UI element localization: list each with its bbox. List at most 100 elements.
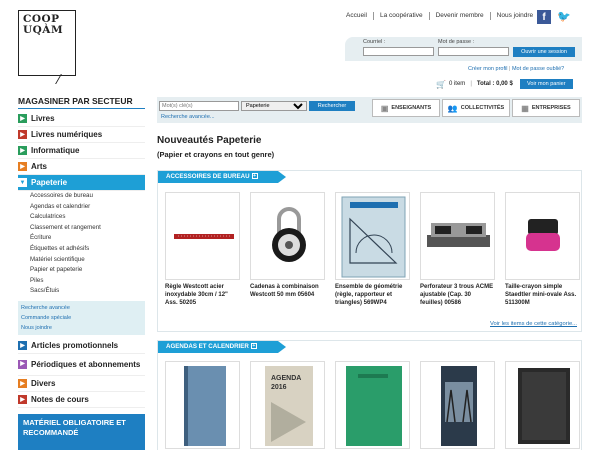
chevron-right-icon: ▶ <box>18 146 27 155</box>
product-image[interactable] <box>335 192 410 280</box>
sidebar-item-divers[interactable]: ▶ Divers <box>18 376 145 392</box>
product-name[interactable]: Taille-crayon simple Staedtler mini-oval… <box>505 283 580 307</box>
subcat-item[interactable]: Écriture <box>30 233 145 244</box>
sidebar-item-livres[interactable]: ▶ Livres <box>18 111 145 127</box>
product-image[interactable] <box>505 361 580 449</box>
sidebar-item-notes-de-cours[interactable]: ▶ Notes de cours <box>18 392 145 408</box>
product-name[interactable]: Ensemble de géométrie (règle, rapporteur… <box>335 283 410 307</box>
cat-label: Arts <box>31 162 48 171</box>
cat-label: Informatique <box>31 146 80 155</box>
notebook-icon <box>184 366 226 446</box>
sidebar-item-arts[interactable]: ▶ Arts <box>18 159 145 175</box>
collectivities-button[interactable]: 👥 COLLECTIVITÉS <box>442 99 510 117</box>
segment-label: ENSEIGNANTS <box>391 105 432 111</box>
page: COOP UQÀM Accueil La coopérative Devenir… <box>0 0 600 450</box>
cart-total: Total : 0,00 $ <box>476 81 513 87</box>
account-links: Créer mon profil | Mot de passe oublié? <box>468 66 564 72</box>
product-card[interactable]: Règle Westcott acier inoxydable 30cm / 1… <box>165 192 240 307</box>
product-image[interactable] <box>165 192 240 280</box>
product-card[interactable]: Cadenas à combinaison Westcott 50 mm 056… <box>250 192 325 299</box>
product-image[interactable] <box>335 361 410 449</box>
sidebar-item-papeterie[interactable]: ▼ Papeterie <box>18 175 145 191</box>
nav-nous-joindre[interactable]: Nous joindre <box>489 12 540 20</box>
chevron-right-icon: ▶ <box>18 359 27 369</box>
subcat-item[interactable]: Sacs/Étuis <box>30 286 145 297</box>
page-title: Nouveautés Papeterie <box>157 135 262 146</box>
product-image[interactable] <box>505 192 580 280</box>
sidebar-item-livres-numeriques[interactable]: ▶ Livres numériques <box>18 127 145 143</box>
search-bar: Papeterie Rechercher Recherche avancée..… <box>157 97 582 123</box>
cart-separator: | <box>470 81 472 87</box>
password-field[interactable] <box>438 47 509 56</box>
nav-devenir-membre[interactable]: Devenir membre <box>428 12 490 20</box>
subcat-item[interactable]: Accessoires de bureau <box>30 191 145 202</box>
product-card[interactable]: Perforateur 3 trous ACME ajustable (Cap.… <box>420 192 495 307</box>
subcat-item[interactable]: Calculatrices <box>30 212 145 223</box>
mandatory-material-banner[interactable]: MATÉRIEL OBLIGATOIRE ET RECOMMANDÉ <box>18 413 145 450</box>
sidebar-item-periodiques[interactable]: ▶ Périodiques et abonnements <box>18 354 145 376</box>
create-profile-link[interactable]: Créer mon profil <box>468 66 507 72</box>
nav-accueil[interactable]: Accueil <box>340 12 373 20</box>
facebook-icon[interactable]: f <box>537 10 551 24</box>
sidebar-item-informatique[interactable]: ▶ Informatique <box>18 143 145 159</box>
section-header[interactable]: AGENDAS ET CALENDRIER + <box>158 341 286 353</box>
quick-link-advanced-search[interactable]: Recherche avancée <box>21 303 142 313</box>
cat-label: Papeterie <box>31 178 68 187</box>
advanced-search-link[interactable]: Recherche avancée... <box>161 114 215 120</box>
product-card[interactable]: Ensemble de géométrie (règle, rapporteur… <box>335 192 410 307</box>
coop-logo[interactable]: COOP UQÀM <box>18 10 76 76</box>
segment-label: COLLECTIVITÉS <box>460 105 505 111</box>
product-image[interactable]: AGENDA 2016 <box>250 361 325 449</box>
login-button[interactable]: Ouvrir une session <box>513 47 575 57</box>
product-image[interactable] <box>250 192 325 280</box>
product-card[interactable] <box>505 361 580 449</box>
cart-icon[interactable]: 🛒 <box>436 80 446 89</box>
see-all-link[interactable]: Voir les items de cette catégorie... <box>490 321 577 327</box>
product-card[interactable] <box>420 361 495 449</box>
email-label: Courriel : <box>363 39 386 45</box>
product-card[interactable] <box>335 361 410 449</box>
cat-label: Notes de cours <box>31 394 89 404</box>
login-panel: Courriel : Mot de passe : Ouvrir une ses… <box>345 37 582 61</box>
product-card[interactable]: Taille-crayon simple Staedtler mini-oval… <box>505 192 580 307</box>
subcat-item[interactable]: Papier et papeterie <box>30 265 145 276</box>
link-separator: | <box>508 66 511 72</box>
section-header[interactable]: ACCESSOIRES DE BUREAU + <box>158 171 286 183</box>
sidebar-title: MAGASINER PAR SECTEUR <box>18 96 145 109</box>
subcat-item[interactable]: Étiquettes et adhésifs <box>30 244 145 255</box>
chevron-down-icon: ▼ <box>18 178 27 187</box>
search-input[interactable] <box>159 101 239 111</box>
nav-cooperative[interactable]: La coopérative <box>372 12 429 20</box>
sidebar-item-articles-promotionnels[interactable]: ▶ Articles promotionnels <box>18 338 145 354</box>
view-cart-button[interactable]: Voir mon panier <box>519 79 573 89</box>
product-name[interactable]: Règle Westcott acier inoxydable 30cm / 1… <box>165 283 240 307</box>
product-image[interactable] <box>420 192 495 280</box>
quick-link-special-order[interactable]: Commande spéciale <box>21 313 142 323</box>
subcat-item[interactable]: Agendas et calendrier <box>30 202 145 213</box>
teachers-button[interactable]: ▣ ENSEIGNANTS <box>372 99 440 117</box>
search-button[interactable]: Rechercher <box>309 101 355 111</box>
product-card[interactable] <box>165 361 240 449</box>
product-image[interactable] <box>165 361 240 449</box>
forgot-password-link[interactable]: Mot de passe oublié? <box>512 66 564 72</box>
chevron-right-icon: ▶ <box>18 130 27 139</box>
companies-button[interactable]: ▦ ENTREPRISES <box>512 99 580 117</box>
product-image[interactable] <box>420 361 495 449</box>
subcat-item[interactable]: Classement et rangement <box>30 223 145 234</box>
geometry-set-icon <box>341 196 406 278</box>
subcat-item[interactable]: Matériel scientifique <box>30 255 145 266</box>
email-field[interactable] <box>363 47 434 56</box>
hole-punch-icon <box>427 223 490 247</box>
product-name[interactable]: Perforateur 3 trous ACME ajustable (Cap.… <box>420 283 495 307</box>
password-label: Mot de passe : <box>438 39 475 45</box>
cat-label: Articles promotionnels <box>31 340 119 350</box>
quick-link-contact[interactable]: Nous joindre <box>21 323 142 333</box>
sharpener-icon <box>526 219 560 251</box>
cat-label: Divers <box>31 378 56 388</box>
subcat-item[interactable]: Piles <box>30 276 145 287</box>
product-card[interactable]: AGENDA 2016 <box>250 361 325 449</box>
category-select[interactable]: Papeterie <box>241 101 307 111</box>
cart-items: 0 item <box>448 81 466 87</box>
product-name[interactable]: Cadenas à combinaison Westcott 50 mm 056… <box>250 283 325 299</box>
twitter-icon[interactable]: 🐦 <box>557 10 571 24</box>
